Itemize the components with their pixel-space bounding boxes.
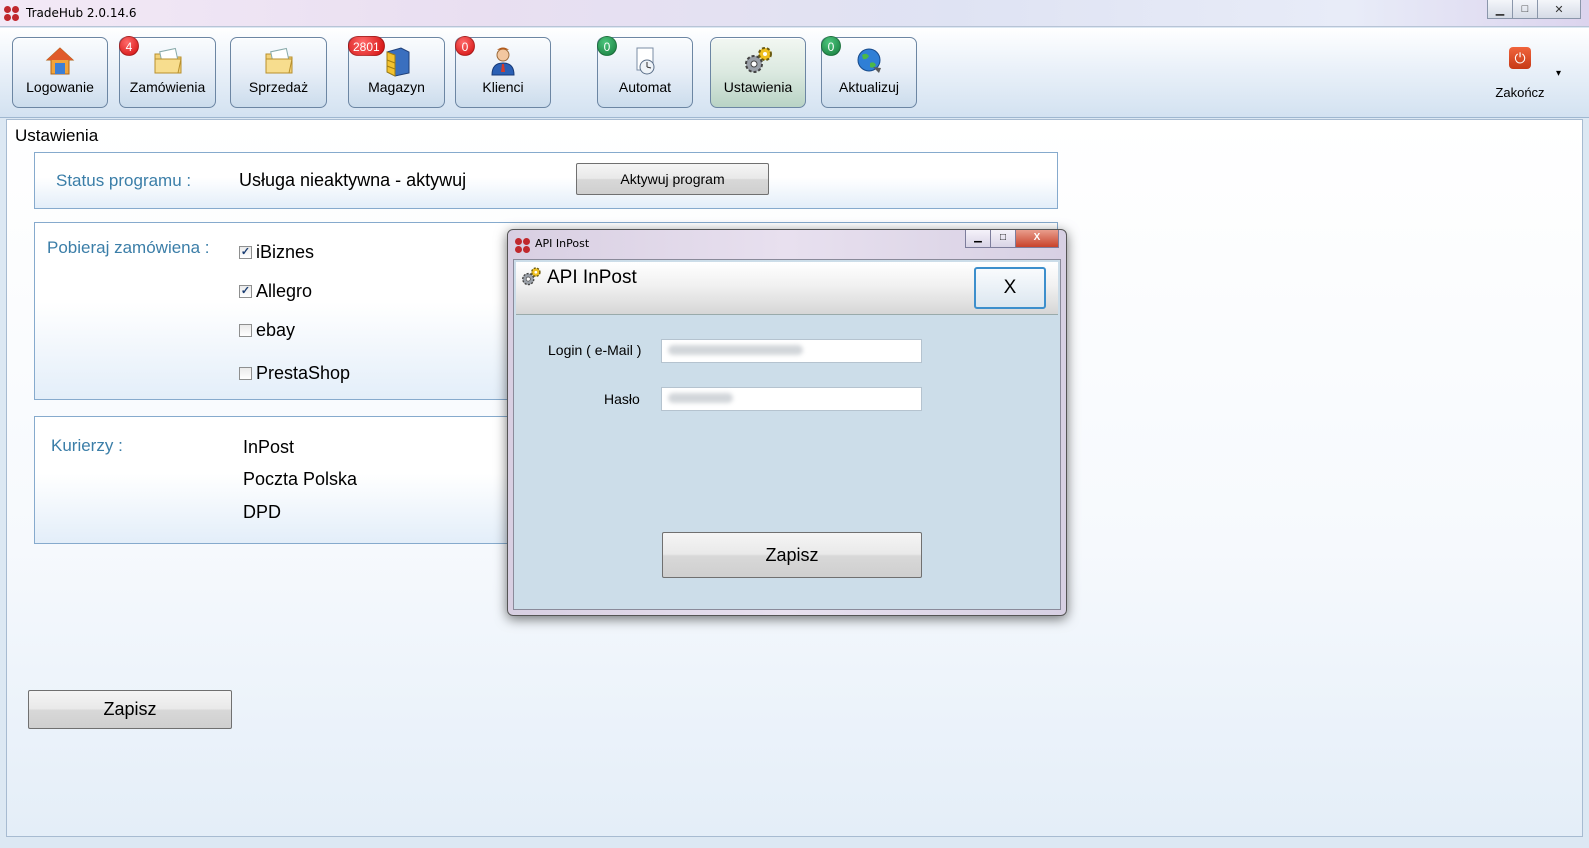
password-field[interactable] <box>661 387 922 411</box>
save-settings-button[interactable]: Zapisz <box>28 690 232 729</box>
toolbar-button-label: Logowanie <box>26 79 94 95</box>
app-logo-icon <box>515 238 531 254</box>
gears-icon <box>745 47 772 73</box>
toolbar-button-label: Aktualizuj <box>839 79 899 95</box>
checkbox-ibiznes[interactable]: ✓ iBiznes <box>239 242 314 263</box>
toolbar-overflow-icon[interactable]: ▾ <box>1556 68 1561 79</box>
checkbox-label: PrestaShop <box>256 363 351 383</box>
toolbar-button-label: Zamówienia <box>129 79 206 95</box>
update-count-badge: 0 <box>821 36 841 56</box>
app-logo-icon <box>4 6 20 22</box>
quit-label: Zakończ <box>1495 85 1545 100</box>
quit-button[interactable]: ⏻ Zakończ <box>1490 47 1550 107</box>
redacted-value <box>668 393 733 403</box>
cabinet-icon <box>386 47 409 77</box>
clock-document-icon <box>636 47 655 75</box>
house-icon <box>45 47 75 75</box>
status-group: Status programu : Usługa nieaktywna - ak… <box>34 152 1058 209</box>
toolbar-button-aktualizuj[interactable]: 0 Aktualizuj <box>821 36 917 108</box>
toolbar-button-magazyn[interactable]: 2801 Magazyn <box>348 36 445 108</box>
toolbar-button-label: Ustawienia <box>723 79 793 95</box>
toolbar-button-label: Klienci <box>482 79 524 95</box>
gears-icon <box>522 267 541 286</box>
toolbar-button-sprzedaz[interactable]: Sprzedaż <box>230 37 327 108</box>
checkbox-checked-icon[interactable]: ✓ <box>239 246 252 259</box>
maximize-button[interactable]: □ <box>1512 0 1538 19</box>
clients-count-badge: 0 <box>455 36 475 56</box>
toolbar-button-label: Magazyn <box>368 79 425 95</box>
dialog-minimize-button[interactable]: ▁ <box>965 230 991 248</box>
dialog-title: API InPost <box>547 267 637 288</box>
folder-icon <box>154 47 182 74</box>
folder-icon <box>265 47 293 74</box>
checkbox-allegro[interactable]: ✓ Allegro <box>239 281 312 302</box>
dialog-window-title: API InPost <box>535 237 590 250</box>
stock-count-badge: 2801 <box>348 36 385 56</box>
dialog-close-window-button[interactable]: X <box>1015 230 1059 248</box>
page-title: Ustawienia <box>15 126 99 145</box>
checkbox-unchecked-icon[interactable] <box>239 324 252 337</box>
toolbar-button-logowanie[interactable]: Logowanie <box>12 37 108 108</box>
toolbar-button-ustawienia[interactable]: Ustawienia <box>710 37 806 108</box>
checkbox-label: ebay <box>256 320 296 340</box>
window-titlebar: TradeHub 2.0.14.6 ▁ □ ✕ <box>0 0 1589 27</box>
activate-program-button[interactable]: Aktywuj program <box>576 163 769 195</box>
redacted-value <box>668 345 803 355</box>
courier-inpost[interactable]: InPost <box>243 437 294 458</box>
orders-count-badge: 4 <box>119 36 139 56</box>
login-email-field[interactable] <box>661 339 922 363</box>
main-toolbar: Logowanie 4 Zamówienia Sprzedaż 2801 Mag… <box>0 28 1589 118</box>
checkbox-checked-icon[interactable]: ✓ <box>239 285 252 298</box>
toolbar-button-label: Sprzedaż <box>248 79 309 95</box>
toolbar-button-zamowienia[interactable]: 4 Zamówienia <box>119 36 216 108</box>
checkbox-prestashop[interactable]: PrestaShop <box>239 363 350 384</box>
checkbox-label: iBiznes <box>256 242 315 262</box>
dialog-close-button[interactable]: X <box>974 267 1046 309</box>
login-label: Login ( e-Mail ) <box>548 342 642 358</box>
checkbox-unchecked-icon[interactable] <box>239 367 252 380</box>
checkbox-ebay[interactable]: ebay <box>239 320 295 341</box>
user-icon <box>491 47 515 76</box>
status-label: Status programu : <box>56 171 192 190</box>
dialog-save-button[interactable]: Zapisz <box>662 532 922 578</box>
courier-poczta-polska[interactable]: Poczta Polska <box>243 469 357 490</box>
status-value: Usługa nieaktywna - aktywuj <box>239 170 467 190</box>
toolbar-button-label: Automat <box>618 79 672 95</box>
courier-dpd[interactable]: DPD <box>243 502 281 523</box>
password-label: Hasło <box>604 391 640 407</box>
minimize-button[interactable]: ▁ <box>1487 0 1513 19</box>
dialog-header: API InPost X <box>516 262 1058 315</box>
couriers-label: Kurierzy : <box>51 436 123 455</box>
window-title: TradeHub 2.0.14.6 <box>26 6 137 20</box>
close-window-button[interactable]: ✕ <box>1537 0 1581 19</box>
power-icon: ⏻ <box>1509 47 1531 69</box>
toolbar-button-klienci[interactable]: 0 Klienci <box>455 36 551 108</box>
globe-icon <box>857 48 881 73</box>
orders-label: Pobieraj zamówiena : <box>47 238 210 257</box>
checkbox-label: Allegro <box>256 281 313 301</box>
automat-count-badge: 0 <box>597 36 617 56</box>
api-inpost-dialog: API InPost ▁ □ X API InPost X Login ( e-… <box>507 229 1067 616</box>
dialog-body: API InPost X Login ( e-Mail ) Hasło Zapi… <box>513 259 1061 610</box>
toolbar-button-automat[interactable]: 0 Automat <box>597 36 693 108</box>
dialog-maximize-button[interactable]: □ <box>990 230 1016 248</box>
